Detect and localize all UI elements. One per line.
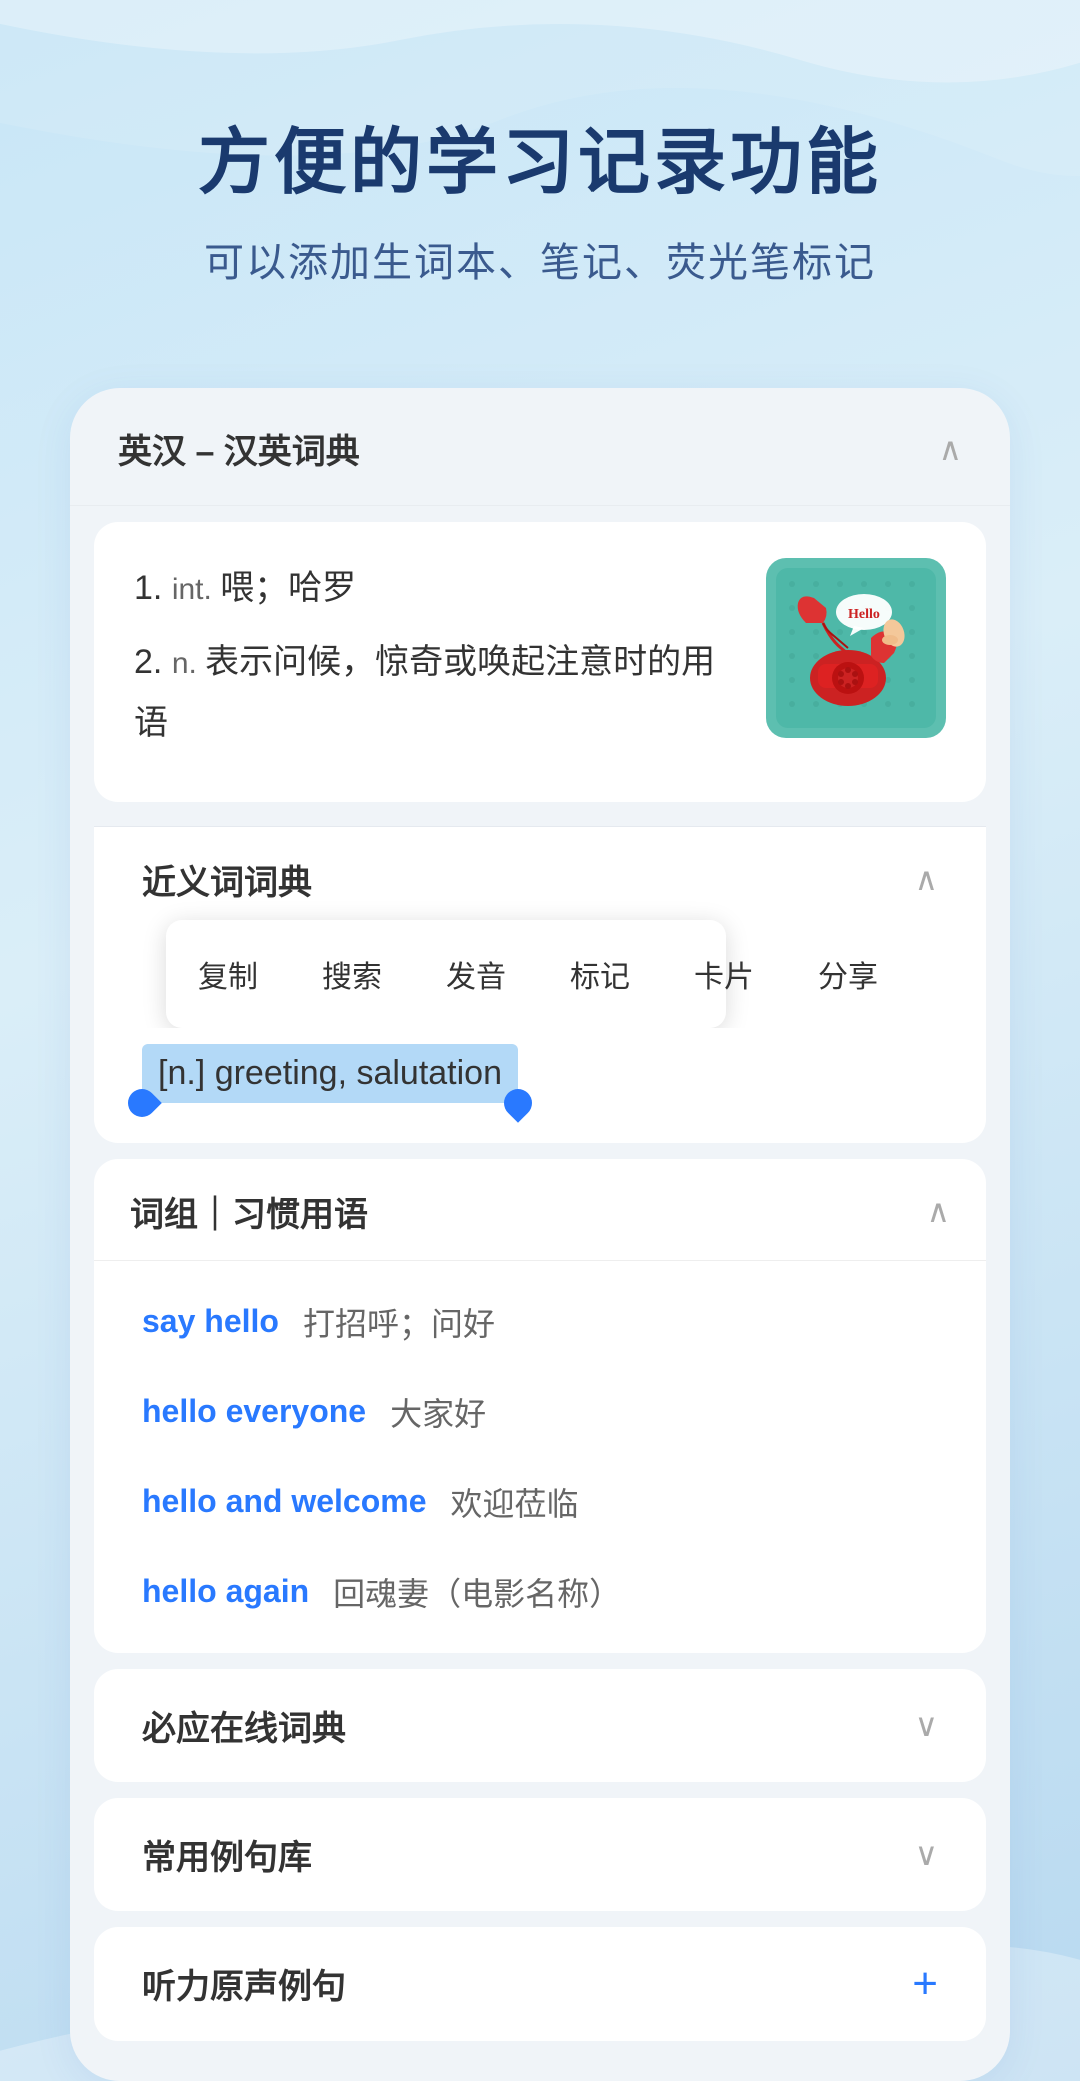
collapsed-section-2-title: 常用例句库: [142, 1830, 312, 1879]
main-title: 方便的学习记录功能: [60, 120, 1020, 206]
last-section-header[interactable]: 听力原声例句 +: [94, 1927, 986, 2041]
last-section-title: 听力原声例句: [142, 1959, 346, 2008]
definition-area: 1. int. 喂；哈罗 2. n. 表示问候，惊奇或唤起注意时的用语: [94, 522, 986, 802]
phrases-list: say hello 打招呼；问好 hello everyone 大家好 hell…: [94, 1261, 986, 1653]
selected-text-wrapper: [n.] greeting, salutation: [94, 1028, 986, 1143]
synonym-section-title: 近义词词典: [142, 855, 312, 904]
def-content-2: 表示问候，惊奇或唤起注意时的用语: [134, 643, 715, 742]
header-section: 方便的学习记录功能 可以添加生词本、笔记、荧光笔标记: [0, 0, 1080, 348]
phrases-chevron-up-icon: ∧: [927, 1192, 950, 1230]
card-container: 英汉 – 汉英词典 ∧ 1. int. 喂；哈罗 2. n. 表示问候，惊奇或唤…: [70, 388, 1010, 2081]
phrases-section: 词组｜习惯用语 ∧ say hello 打招呼；问好 hello everyon…: [94, 1159, 986, 1653]
collapsed-section-2: 常用例句库 ∨: [94, 1798, 986, 1911]
phrases-section-header[interactable]: 词组｜习惯用语 ∧: [94, 1159, 986, 1261]
phrase-en-2: hello everyone: [142, 1393, 366, 1430]
def-index-2: 2.: [134, 643, 172, 681]
context-menu-search[interactable]: 搜索: [290, 932, 414, 1016]
definition-item-2: 2. n. 表示问候，惊奇或唤起注意时的用语: [134, 632, 746, 754]
phrase-item-3[interactable]: hello and welcome 欢迎莅临: [94, 1457, 986, 1547]
collapsed-section-1: 必应在线词典 ∨: [94, 1669, 986, 1782]
context-menu-share[interactable]: 分享: [786, 932, 910, 1016]
def-content-1: 喂；哈罗: [220, 569, 356, 607]
context-menu-card[interactable]: 卡片: [662, 932, 786, 1016]
phrase-zh-2: 大家好: [390, 1389, 486, 1435]
selected-text: [n.] greeting, salutation: [142, 1044, 518, 1103]
synonym-chevron-up-icon: ∧: [915, 860, 938, 898]
synonym-section-header[interactable]: 近义词词典 ∧: [142, 855, 938, 904]
collapsed-section-2-chevron-icon: ∨: [915, 1835, 938, 1873]
dict-section-title: 英汉 – 汉英词典: [118, 424, 360, 473]
def-index-1: 1.: [134, 569, 172, 607]
svg-text:Hello: Hello: [848, 607, 880, 622]
context-menu-pronounce[interactable]: 发音: [414, 932, 538, 1016]
phrases-section-title: 词组｜习惯用语: [130, 1187, 368, 1236]
phrase-en-3: hello and welcome: [142, 1483, 427, 1520]
dict-chevron-up-icon: ∧: [939, 430, 962, 468]
phrase-item-4[interactable]: hello again 回魂妻（电影名称）: [94, 1547, 986, 1637]
phrase-en-1: say hello: [142, 1303, 279, 1340]
phrase-item-2[interactable]: hello everyone 大家好: [94, 1367, 986, 1457]
def-type-1: int.: [172, 573, 220, 606]
context-menu-container: 复制 搜索 发音 标记 卡片 分享: [94, 904, 986, 1028]
selected-text-block: [n.] greeting, salutation: [142, 1044, 518, 1103]
context-menu-copy[interactable]: 复制: [166, 932, 290, 1016]
last-section: 听力原声例句 +: [94, 1927, 986, 2041]
plus-icon[interactable]: +: [912, 1959, 938, 2009]
collapsed-section-1-title: 必应在线词典: [142, 1701, 346, 1750]
phrase-item-1[interactable]: say hello 打招呼；问好: [94, 1277, 986, 1367]
collapsed-section-1-header[interactable]: 必应在线词典 ∨: [94, 1669, 986, 1782]
def-type-2: n.: [172, 647, 205, 680]
collapsed-section-1-chevron-icon: ∨: [915, 1706, 938, 1744]
sub-title: 可以添加生词本、笔记、荧光笔标记: [60, 230, 1020, 288]
page-container: 方便的学习记录功能 可以添加生词本、笔记、荧光笔标记 英汉 – 汉英词典 ∧ 1…: [0, 0, 1080, 2081]
collapsed-section-2-header[interactable]: 常用例句库 ∨: [94, 1798, 986, 1911]
dict-section-header[interactable]: 英汉 – 汉英词典 ∧: [70, 388, 1010, 506]
hello-image: Hello: [766, 558, 946, 738]
phrase-en-4: hello again: [142, 1573, 309, 1610]
definition-item-1: 1. int. 喂；哈罗: [134, 558, 746, 619]
phrase-zh-3: 欢迎莅临: [451, 1479, 579, 1525]
definition-text: 1. int. 喂；哈罗 2. n. 表示问候，惊奇或唤起注意时的用语: [134, 558, 766, 766]
context-menu: 复制 搜索 发音 标记 卡片 分享: [166, 920, 726, 1028]
phrase-zh-4: 回魂妻（电影名称）: [333, 1569, 621, 1615]
context-menu-mark[interactable]: 标记: [538, 932, 662, 1016]
synonym-header-wrapper: 近义词词典 ∧: [94, 827, 986, 904]
phrase-zh-1: 打招呼；问好: [303, 1299, 495, 1345]
